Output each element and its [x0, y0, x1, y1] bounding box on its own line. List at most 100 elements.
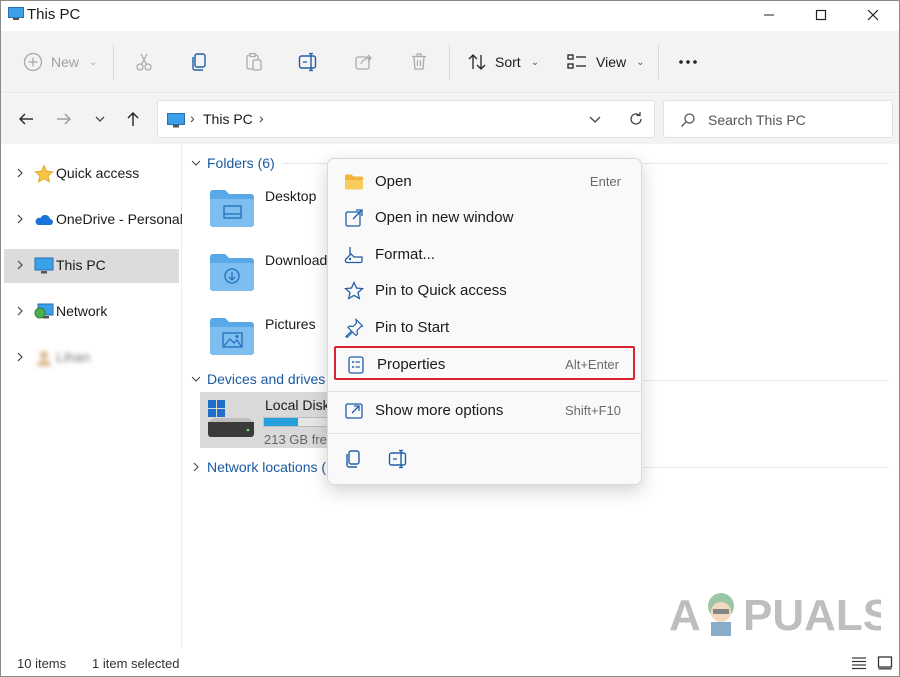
close-button[interactable] — [850, 3, 896, 27]
menu-item-shortcut: Shift+F10 — [564, 403, 621, 418]
paste-icon — [246, 52, 262, 71]
navigation-pane: Quick access OneDrive - Personal This PC… — [1, 144, 183, 649]
rename-button[interactable] — [298, 31, 320, 93]
chevron-down-icon: ⌄ — [530, 56, 540, 68]
search-placeholder: Search This PC — [708, 112, 806, 128]
view-button[interactable]: View ⌄ — [566, 31, 644, 93]
menu-item-show-more-options[interactable]: Show more options Shift+F10 — [334, 394, 635, 428]
sidebar-item-label: This PC — [56, 257, 106, 273]
sidebar-item-network[interactable]: Network — [4, 295, 179, 329]
sidebar-item-onedrive[interactable]: OneDrive - Personal — [4, 203, 183, 237]
up-button[interactable] — [120, 106, 146, 132]
menu-item-properties[interactable]: Properties Alt+Enter — [334, 346, 635, 380]
format-icon — [344, 245, 364, 265]
menu-item-pin-start[interactable]: Pin to Start — [334, 311, 635, 345]
status-bar: 10 items 1 item selected — [1, 649, 899, 676]
maximize-button[interactable] — [798, 3, 844, 27]
chevron-right-icon: › — [190, 110, 195, 126]
navigation-bar: › This PC › Search This PC — [1, 94, 899, 144]
cut-button[interactable] — [134, 31, 154, 93]
menu-item-label: Properties — [377, 356, 446, 373]
command-bar: New ⌄ Sort ⌄ View ⌄ — [1, 31, 899, 93]
this-pc-icon — [8, 7, 24, 21]
menu-item-label: Pin to Quick access — [375, 282, 507, 299]
window-title: This PC — [27, 6, 81, 23]
tiles-view-button[interactable] — [877, 656, 893, 673]
sort-icon — [468, 54, 486, 70]
item-count: 10 items — [17, 656, 67, 671]
cut-icon — [136, 53, 152, 71]
minimize-button[interactable] — [746, 3, 792, 27]
sidebar-item-label: Lihan — [56, 349, 91, 365]
menu-item-format[interactable]: Format... — [334, 238, 635, 272]
copy-icon — [192, 53, 206, 71]
arrow-left-icon — [19, 113, 33, 125]
pin-icon — [344, 317, 364, 339]
menu-separator — [328, 433, 641, 434]
sidebar-item-this-pc[interactable]: This PC — [4, 249, 179, 283]
network-group-header[interactable]: Network locations ( — [191, 457, 326, 477]
details-view-button[interactable] — [851, 656, 867, 673]
chevron-right-icon — [193, 462, 199, 472]
rename-icon — [388, 449, 407, 469]
share-button[interactable] — [354, 31, 374, 93]
drive-free-space: 213 GB free — [264, 432, 335, 447]
menu-item-pin-quick-access[interactable]: Pin to Quick access — [334, 274, 635, 308]
chevron-right-icon[interactable]: › — [259, 110, 264, 126]
breadcrumb-this-pc[interactable]: This PC — [203, 111, 253, 127]
folders-heading: Folders (6) — [207, 155, 275, 171]
sort-button[interactable]: Sort ⌄ — [467, 31, 539, 93]
chevron-down-icon — [191, 160, 201, 166]
hard-drive-icon — [208, 400, 254, 437]
menu-item-open-new-window[interactable]: Open in new window — [334, 201, 635, 235]
star-outline-icon — [343, 280, 365, 301]
devices-heading: Devices and drives — [207, 371, 326, 387]
new-window-icon — [344, 208, 364, 228]
star-icon — [34, 164, 54, 183]
devices-group-header[interactable]: Devices and drives — [191, 369, 325, 389]
menu-copy-button[interactable] — [343, 449, 365, 471]
drive-tile-local-disk[interactable]: Local Disk (C:) 213 GB free — [200, 392, 357, 448]
menu-item-label: Format... — [375, 246, 436, 263]
recent-locations-button[interactable] — [87, 106, 113, 132]
address-history-button[interactable] — [588, 112, 602, 129]
folder-name: Desktop — [265, 188, 317, 204]
copy-button[interactable] — [189, 31, 209, 93]
cloud-icon — [34, 211, 54, 229]
view-label: View — [596, 54, 627, 70]
file-explorer-window: This PC New ⌄ Sort ⌄ View ⌄ › This PC › … — [0, 0, 900, 677]
sidebar-item-label: Network — [56, 303, 108, 319]
menu-item-shortcut: Enter — [589, 174, 621, 189]
menu-item-label: Open in new window — [375, 209, 514, 226]
back-button[interactable] — [13, 106, 39, 132]
chevron-down-icon — [95, 116, 105, 122]
sidebar-item-quick-access[interactable]: Quick access — [4, 157, 179, 191]
delete-button[interactable] — [409, 31, 429, 93]
chevron-down-icon: ⌄ — [89, 56, 98, 68]
paste-button[interactable] — [244, 31, 264, 93]
sidebar-item-user[interactable]: Lihan — [4, 341, 179, 375]
network-heading: Network locations ( — [207, 459, 327, 475]
toolbar-divider — [658, 45, 659, 79]
arrow-up-icon — [127, 112, 139, 126]
context-menu: Open Enter Open in new window Format... … — [327, 158, 642, 485]
chevron-down-icon: ⌄ — [636, 56, 645, 68]
refresh-icon — [630, 112, 642, 125]
more-button[interactable] — [677, 31, 699, 93]
rename-icon — [298, 52, 317, 72]
menu-item-open[interactable]: Open Enter — [334, 165, 635, 199]
view-icon — [567, 54, 586, 69]
details-view-icon — [852, 657, 866, 670]
forward-button[interactable] — [51, 106, 77, 132]
search-box[interactable]: Search This PC — [663, 100, 893, 138]
menu-rename-button[interactable] — [388, 449, 412, 471]
address-bar[interactable]: › This PC › — [157, 100, 655, 138]
folder-name: Downloads — [265, 252, 335, 268]
refresh-button[interactable] — [628, 111, 644, 130]
properties-icon — [346, 355, 366, 375]
search-icon — [680, 112, 696, 131]
folders-group-header[interactable]: Folders (6) — [191, 153, 275, 173]
sidebar-item-label: Quick access — [56, 165, 140, 181]
new-button[interactable]: New ⌄ — [23, 31, 97, 93]
copy-icon — [346, 450, 360, 468]
